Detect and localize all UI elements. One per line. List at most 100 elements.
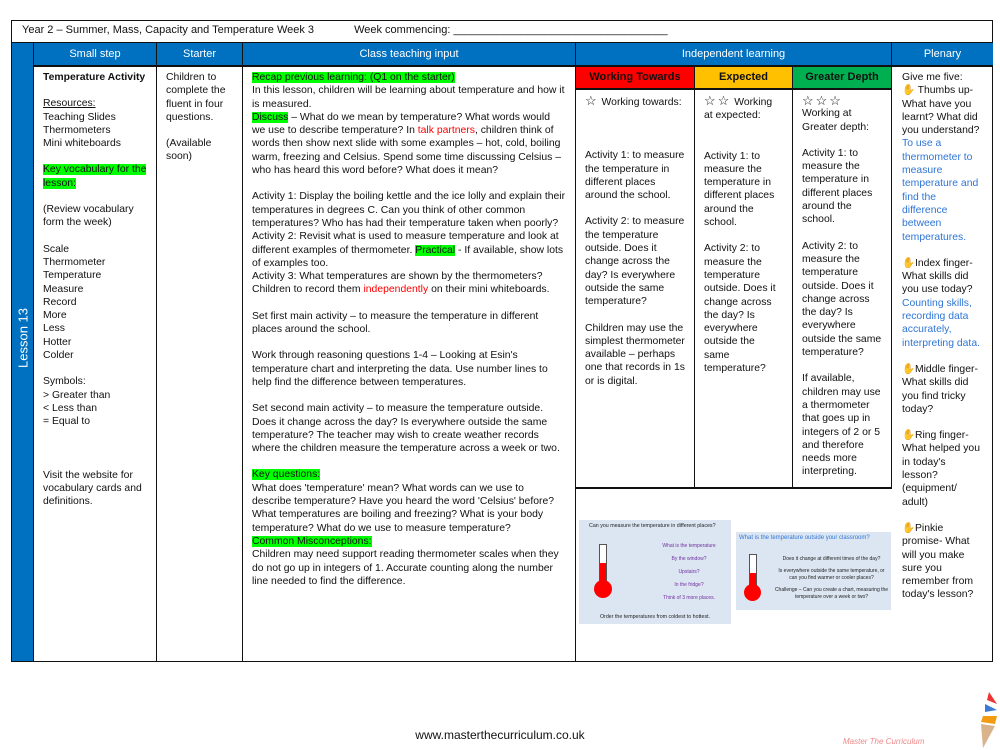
starter-availability: (Available soon) <box>166 138 212 163</box>
line: Does it change at different times of the… <box>782 556 881 562</box>
list-item: Temperature <box>43 270 102 282</box>
first-main-activity: Set first main activity – to measure the… <box>252 310 539 336</box>
second-main-activity: Set second main activity – to measure th… <box>252 403 560 455</box>
pinkie-question: Pinkie promise- What will you make sure … <box>902 522 974 601</box>
document-title-bar: Year 2 – Summer, Mass, Capacity and Temp… <box>12 21 992 43</box>
list-item: < Less than <box>43 402 98 414</box>
slide-title: Can you measure the temperature in diffe… <box>589 523 716 529</box>
small-step-column: Temperature Activity Resources: Teaching… <box>34 67 157 661</box>
review-note: (Review vocabulary form the week) <box>43 204 134 229</box>
slide-thumbnail-2: What is the temperature outside your cla… <box>736 532 891 610</box>
line: By the window? <box>671 556 707 562</box>
lesson-number: Lesson 13 <box>14 308 30 368</box>
slide-thumbnail-1: Can you measure the temperature in diffe… <box>579 520 731 624</box>
hand-icon: ✋ <box>902 257 915 269</box>
activity-1: Activity 1: to measure the temperature i… <box>704 150 775 229</box>
slide-questions: Does it change at different times of the… <box>774 556 889 601</box>
list-item: More <box>43 310 67 322</box>
talk-partners: talk partners <box>417 125 475 137</box>
key-questions: What does 'temperature' mean? What words… <box>252 482 554 534</box>
greater-depth-header: Greater Depth <box>793 67 892 90</box>
lesson-strip: Lesson 13 <box>12 43 34 661</box>
working-towards-column: ☆ Working towards: Activity 1: to measur… <box>576 90 695 487</box>
teaching-column: Recap previous learning: (Q1 on the star… <box>243 67 576 661</box>
heading: Working towards: <box>601 97 682 108</box>
key-questions-label: Key questions: <box>252 469 321 481</box>
reasoning-questions: Work through reasoning questions 1-4 – L… <box>252 350 548 388</box>
list-item: Hotter <box>43 336 72 348</box>
divider <box>576 487 892 489</box>
activity-1: Activity 1: Display the boiling kettle a… <box>252 191 566 229</box>
small-step-title: Temperature Activity <box>43 72 146 83</box>
misconceptions-label: Common Misconceptions: <box>252 535 372 547</box>
thermometer-icon <box>599 544 607 584</box>
resources-label: Resources: <box>43 98 96 110</box>
heading: Working at Greater depth: <box>802 108 870 133</box>
line: Challenge – Can you create a chart, meas… <box>774 587 889 600</box>
independently: independently <box>363 284 429 296</box>
list-item: Measure <box>43 283 84 295</box>
list-item: Record <box>43 296 77 308</box>
slide-questions: What is the temperature By the window? Ups… <box>649 540 729 605</box>
header-independent: Independent learning <box>576 43 892 67</box>
line: In the fridge? <box>674 582 704 588</box>
misconceptions: Children may need support reading thermo… <box>252 549 559 587</box>
header-small-step: Small step <box>34 43 157 67</box>
line: Think of 3 more places. <box>663 595 715 601</box>
activity-1: Activity 1: to measure the temperature i… <box>802 147 873 226</box>
header-plenary: Plenary <box>892 43 993 67</box>
list-item: Scale <box>43 243 69 255</box>
thermometer-icon <box>749 554 757 588</box>
expected-column: ☆☆ Working at expected: Activity 1: to m… <box>695 90 793 487</box>
resource: Teaching Slides <box>43 111 116 123</box>
starter-text: Children to complete the fluent in four … <box>166 72 226 123</box>
text: on their mini whiteboards. <box>428 284 550 296</box>
list-item: > Greater than <box>43 389 111 401</box>
thumb-answer: To use a thermometer to measure temperat… <box>902 138 979 243</box>
working-towards-header: Working Towards <box>576 67 695 90</box>
greater-depth-column: ☆☆☆ Working at Greater depth: Activity 1… <box>793 90 892 487</box>
logo-text: Master The Curriculum <box>843 737 925 746</box>
pencil-logo-icon <box>981 692 997 748</box>
symbols-list: > Greater than < Less than = Equal to <box>43 389 147 429</box>
list-item: Thermometer <box>43 256 106 268</box>
week-commencing: Week commencing: _______________________… <box>354 24 668 36</box>
line: Upstairs? <box>678 569 700 575</box>
header-teaching: Class teaching input <box>243 43 576 67</box>
star-icon: ☆☆ <box>704 93 732 108</box>
activity-2: Activity 2: to measure the temperature o… <box>802 240 882 359</box>
discuss-label: Discuss <box>252 111 289 123</box>
recap-label: Recap previous learning: (Q1 on the star… <box>252 72 455 83</box>
title: Year 2 – Summer, Mass, Capacity and Temp… <box>22 24 315 36</box>
expected-header: Expected <box>695 67 793 90</box>
hand-icon: ✋ <box>902 430 915 442</box>
activity-1: Activity 1: to measure the temperature i… <box>585 150 685 202</box>
vocab-label: Key vocabulary for the lesson: <box>43 164 147 189</box>
list-item: Colder <box>43 350 74 362</box>
activity-2: Activity 2: to measure the temperature o… <box>585 216 685 308</box>
line: What is the temperature <box>662 543 716 549</box>
slide-footer: Order the temperatures from coldest to h… <box>599 614 711 620</box>
practical-label: Practical <box>415 244 456 256</box>
intro-text: In this lesson, children will be learnin… <box>252 85 565 110</box>
plenary-column: Give me five: ✋ Thumbs up- What have you… <box>892 67 993 661</box>
star-icon: ☆ <box>585 93 599 108</box>
star-icon: ☆☆☆ <box>802 93 843 108</box>
note: If available, children may use a thermom… <box>802 373 881 478</box>
starter-column: Children to complete the fluent in four … <box>157 67 243 661</box>
hand-icon: ✋ <box>902 522 915 534</box>
thermometer-bulb <box>744 584 761 601</box>
symbols-label: Symbols: <box>43 376 86 388</box>
plenary-intro: Give me five: <box>902 72 963 83</box>
slide-title: What is the temperature outside your cla… <box>739 535 870 541</box>
vocab-list: Scale Thermometer Temperature Measure Record… <box>43 243 147 363</box>
ring-question: Ring finger- What helped you in today's … <box>902 430 980 508</box>
header-starter: Starter <box>157 43 243 67</box>
thermometer-bulb <box>594 580 612 598</box>
note: Children may use the simplest thermomete… <box>585 322 685 387</box>
list-item: Less <box>43 323 65 335</box>
visit-website-note: Visit the website for vocabulary cards a… <box>43 469 142 508</box>
resource: Thermometers <box>43 124 111 136</box>
line: Is everywhere outside the same temperatu… <box>778 568 885 581</box>
resource: Mini whiteboards <box>43 138 121 150</box>
